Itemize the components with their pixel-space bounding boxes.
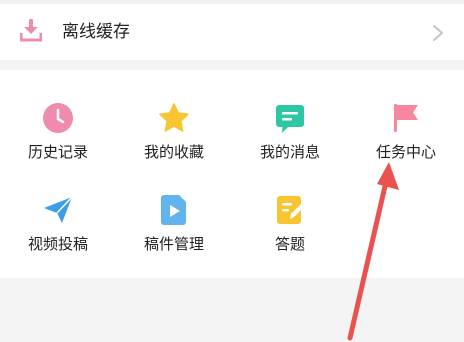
grid-item-favorites[interactable]: 我的收藏 (116, 102, 232, 194)
paper-plane-icon (44, 196, 73, 223)
section-gap (0, 60, 464, 70)
grid-item-video-upload[interactable]: 视频投稿 (0, 194, 116, 286)
grid-item-label: 答题 (274, 235, 305, 253)
clock-icon (43, 103, 73, 133)
download-icon (20, 19, 42, 42)
star-icon (159, 103, 189, 132)
grid-item-label: 任务中心 (375, 143, 436, 161)
offline-cache-row[interactable]: 离线缓存 (0, 4, 464, 60)
flag-icon (394, 104, 418, 132)
message-icon (276, 105, 304, 133)
grid-item-label: 历史记录 (27, 143, 88, 161)
grid-item-history[interactable]: 历史记录 (0, 102, 116, 194)
grid-item-quiz[interactable]: 答题 (232, 194, 348, 286)
bottom-area (0, 278, 464, 342)
video-file-icon (161, 195, 186, 225)
grid-item-messages[interactable]: 我的消息 (232, 102, 348, 194)
chevron-right-icon (433, 25, 444, 41)
offline-cache-label: 离线缓存 (62, 22, 130, 42)
grid-item-label: 我的收藏 (143, 143, 204, 161)
grid-item-label: 视频投稿 (27, 235, 88, 253)
feature-grid: 历史记录 我的收藏 我的消息 任务中心 视频投稿 稿件管理 答题 (0, 70, 464, 278)
grid-item-manuscript-management[interactable]: 稿件管理 (116, 194, 232, 286)
edit-icon (277, 196, 304, 224)
grid-item-task-center[interactable]: 任务中心 (348, 102, 464, 194)
grid-item-label: 稿件管理 (143, 235, 204, 253)
grid-item-label: 我的消息 (259, 143, 320, 161)
